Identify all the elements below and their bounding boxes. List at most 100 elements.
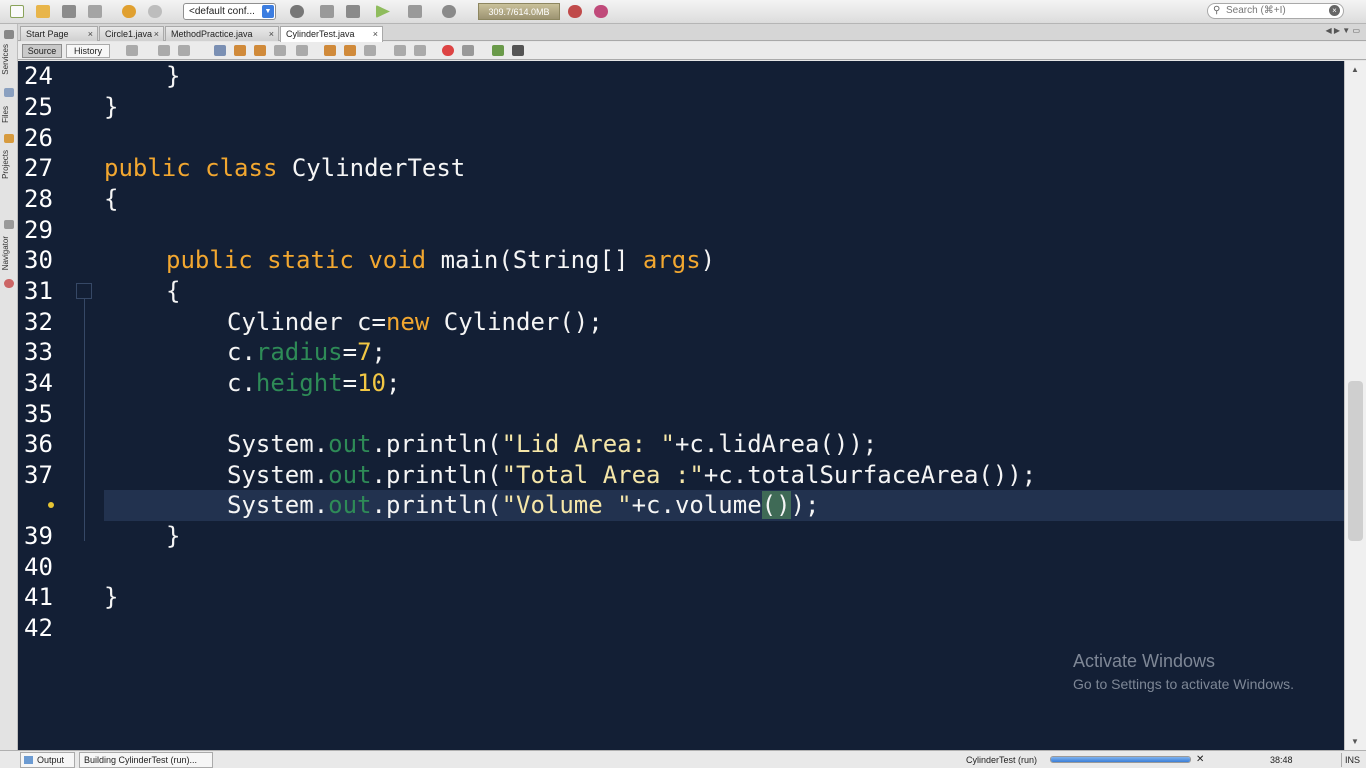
method-signature: main(String[] bbox=[440, 246, 629, 274]
new-file-icon bbox=[10, 5, 24, 18]
play-icon bbox=[376, 5, 390, 18]
toggle-highlight-icon[interactable] bbox=[274, 45, 286, 56]
close-icon[interactable]: × bbox=[269, 27, 274, 41]
toggle-rect-select-icon[interactable] bbox=[296, 45, 308, 56]
code-token: System. bbox=[227, 461, 329, 489]
find-icon[interactable] bbox=[214, 45, 226, 56]
line-number: 37 bbox=[24, 461, 53, 489]
code-token: c. bbox=[227, 338, 256, 366]
last-edit-icon[interactable] bbox=[178, 45, 190, 56]
stop-macro-icon[interactable] bbox=[462, 45, 474, 56]
code-editor[interactable]: 24 25 26 27 28 29 30 31 32 33 34 35 36 3… bbox=[18, 61, 1366, 750]
scroll-left-icon[interactable]: ◀ bbox=[1326, 26, 1332, 35]
output-tab[interactable]: Output bbox=[20, 752, 75, 768]
code-token: .println( bbox=[371, 491, 502, 519]
run-task-label: CylinderTest (run) bbox=[966, 755, 1038, 765]
scrollbar-thumb[interactable] bbox=[1348, 381, 1363, 541]
watermark-subtitle: Go to Settings to activate Windows. bbox=[1073, 676, 1294, 692]
shift-left-icon[interactable] bbox=[394, 45, 406, 56]
scroll-down-icon[interactable]: ▼ bbox=[1351, 737, 1359, 746]
close-icon[interactable]: × bbox=[373, 27, 378, 41]
code-token: ); bbox=[790, 491, 820, 519]
globe-button[interactable] bbox=[288, 3, 306, 20]
search-icon: ⚲ bbox=[1213, 5, 1221, 16]
field-ref: radius bbox=[255, 338, 343, 366]
close-icon[interactable]: × bbox=[88, 27, 93, 41]
configuration-value: <default conf... bbox=[189, 6, 255, 17]
tab-list-icon[interactable]: ▼ bbox=[1342, 26, 1350, 35]
tab-circle1[interactable]: Circle1.java × bbox=[99, 26, 164, 41]
scroll-up-icon[interactable]: ▲ bbox=[1351, 65, 1359, 74]
insert-mode: INS bbox=[1341, 753, 1360, 767]
code-line-38: System.out.println("Volume "+c.volume())… bbox=[104, 490, 819, 521]
prev-bookmark-icon[interactable] bbox=[324, 45, 336, 56]
sidebar-tab-files[interactable]: Files bbox=[1, 106, 10, 123]
field-ref: out bbox=[328, 491, 372, 519]
scroll-right-icon[interactable]: ▶ bbox=[1334, 26, 1340, 35]
navigator-icon bbox=[4, 220, 14, 229]
cancel-task-icon[interactable]: ✕ bbox=[1196, 753, 1204, 767]
tab-cylindertest[interactable]: CylinderTest.java × bbox=[280, 26, 383, 42]
left-sidebar: Services Files Projects Navigator bbox=[0, 24, 18, 750]
find-previous-icon[interactable] bbox=[234, 45, 246, 56]
forward-icon[interactable] bbox=[158, 45, 170, 56]
profile-ide-button[interactable] bbox=[592, 3, 610, 20]
code-line-32: Cylinder c=new Cylinder(); bbox=[104, 307, 603, 338]
globe-icon bbox=[290, 5, 304, 18]
code-token: +c.volume bbox=[631, 491, 762, 519]
clear-search-icon[interactable]: × bbox=[1329, 5, 1340, 16]
status-bar: Output Building CylinderTest (run)... Cy… bbox=[0, 750, 1366, 768]
hint-bulb-icon[interactable] bbox=[48, 502, 54, 508]
sidebar-tab-projects[interactable]: Projects bbox=[1, 150, 10, 179]
build-button[interactable] bbox=[318, 3, 336, 20]
source-view-button[interactable]: Source bbox=[22, 44, 62, 58]
new-file-button[interactable] bbox=[8, 3, 26, 20]
shift-right-icon[interactable] bbox=[414, 45, 426, 56]
tab-label: CylinderTest.java bbox=[286, 29, 355, 39]
code-token: System. bbox=[227, 430, 329, 458]
redo-button[interactable] bbox=[146, 3, 164, 20]
profile-button[interactable] bbox=[440, 3, 458, 20]
code-token: Cylinder c= bbox=[227, 308, 386, 336]
configuration-select[interactable]: <default conf... ▼ bbox=[183, 3, 276, 20]
tab-start-page[interactable]: Start Page × bbox=[20, 26, 98, 41]
clean-build-button[interactable] bbox=[344, 3, 362, 20]
back-icon[interactable] bbox=[126, 45, 138, 56]
field-ref: out bbox=[328, 461, 372, 489]
open-project-icon bbox=[62, 5, 76, 18]
next-bookmark-icon[interactable] bbox=[344, 45, 356, 56]
keyword: class bbox=[205, 154, 278, 182]
history-view-button[interactable]: History bbox=[66, 44, 110, 58]
line-number: 41 bbox=[24, 583, 53, 611]
vertical-scrollbar[interactable]: ▲ ▼ bbox=[1344, 61, 1366, 750]
build-task[interactable]: Building CylinderTest (run)... bbox=[79, 752, 213, 768]
comment-icon[interactable] bbox=[492, 45, 504, 56]
tab-methodpractice[interactable]: MethodPractice.java × bbox=[165, 26, 279, 41]
start-macro-icon[interactable] bbox=[442, 45, 454, 56]
sidebar-tab-navigator[interactable]: Navigator bbox=[1, 236, 10, 270]
gc-button[interactable] bbox=[566, 3, 584, 20]
profile-ide-icon bbox=[594, 5, 608, 18]
projects-icon bbox=[4, 134, 14, 143]
toggle-bookmark-icon[interactable] bbox=[364, 45, 376, 56]
search-input[interactable]: ⚲ Search (⌘+I) × bbox=[1207, 3, 1344, 19]
new-project-button[interactable] bbox=[34, 3, 52, 20]
code-line-25: } bbox=[104, 92, 118, 123]
elapsed-time: 38:48 bbox=[1270, 755, 1293, 765]
find-next-icon[interactable] bbox=[254, 45, 266, 56]
keyword: public bbox=[166, 246, 253, 274]
save-all-button[interactable] bbox=[86, 3, 104, 20]
tab-navigation[interactable]: ◀ ▶ ▼ ▭ bbox=[1326, 26, 1361, 38]
undo-button[interactable] bbox=[120, 3, 138, 20]
code-token: +c.lidArea()); bbox=[674, 430, 878, 458]
debug-button[interactable] bbox=[406, 3, 424, 20]
sidebar-tab-services[interactable]: Services bbox=[1, 44, 10, 75]
maximize-icon[interactable]: ▭ bbox=[1352, 26, 1360, 35]
close-icon[interactable]: × bbox=[154, 27, 159, 41]
run-button[interactable] bbox=[374, 3, 392, 20]
uncomment-icon[interactable] bbox=[512, 45, 524, 56]
code-token: +c.totalSurfaceArea()); bbox=[703, 461, 1037, 489]
memory-indicator[interactable]: 309.7/614.0MB bbox=[478, 3, 560, 20]
open-project-button[interactable] bbox=[60, 3, 78, 20]
tasks-icon bbox=[4, 279, 14, 288]
